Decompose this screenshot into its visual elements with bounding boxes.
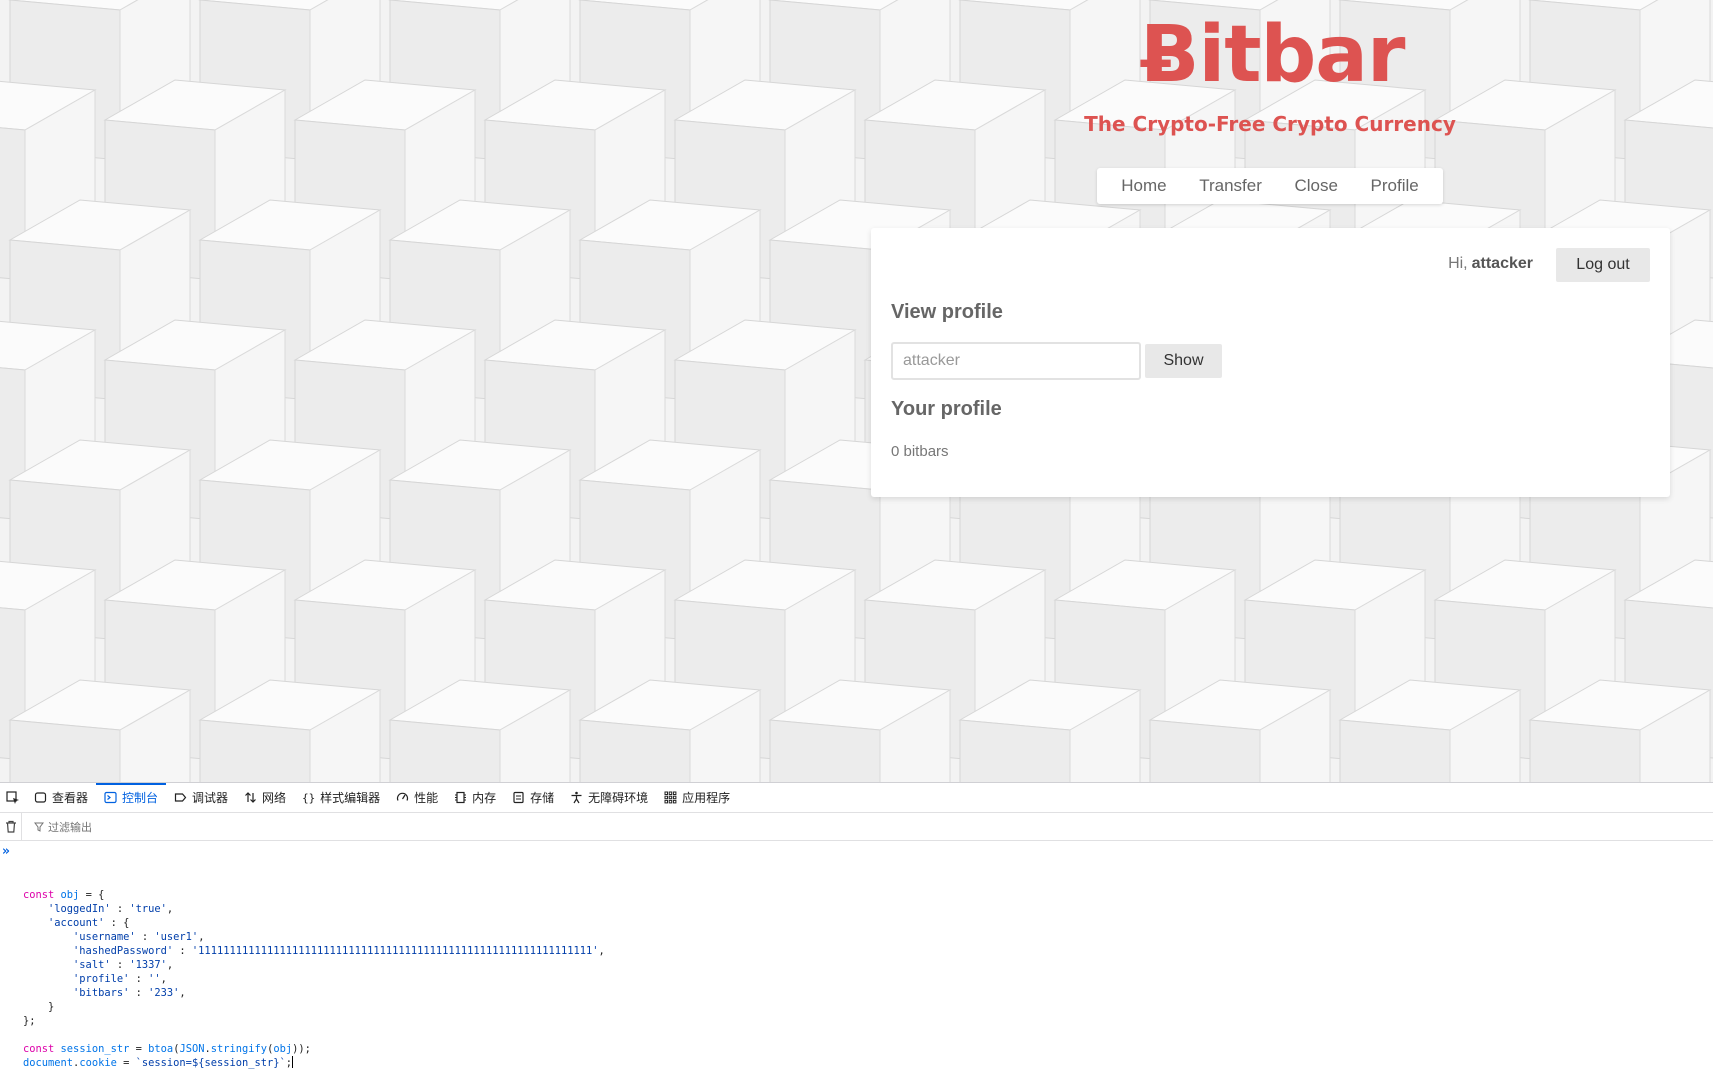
console-line: 'bitbars' : '233', bbox=[73, 987, 186, 999]
view-profile-heading: View profile bbox=[891, 301, 1003, 323]
profile-card: Hi,attacker Log out View profile Show Yo… bbox=[871, 228, 1670, 497]
filter-placeholder: 过滤输出 bbox=[48, 820, 92, 834]
performance-icon bbox=[396, 792, 409, 801]
background-block bbox=[1149, 719, 1261, 782]
current-username: attacker bbox=[1471, 255, 1533, 272]
devtools-tab-debugger[interactable]: 调试器 bbox=[166, 783, 236, 813]
devtools-tab-storage[interactable]: 存储 bbox=[504, 783, 562, 813]
devtools-tab-label: 查看器 bbox=[52, 791, 89, 805]
console-icon bbox=[104, 791, 117, 804]
console-line: 'loggedIn' : 'true', bbox=[48, 903, 174, 915]
devtools-tab-label: 网络 bbox=[262, 791, 287, 805]
element-picker-icon[interactable] bbox=[0, 783, 26, 813]
debugger-icon bbox=[174, 793, 187, 802]
console-line: 'account' : { bbox=[48, 917, 130, 929]
background-block bbox=[9, 719, 121, 782]
logout-button[interactable]: Log out bbox=[1556, 248, 1650, 282]
main-nav: Home Transfer Close Profile bbox=[1097, 168, 1443, 204]
background-block bbox=[959, 719, 1071, 782]
show-button[interactable]: Show bbox=[1145, 344, 1222, 378]
console-line: const obj = { bbox=[23, 889, 105, 901]
application-icon bbox=[664, 791, 677, 804]
devtools-tab-inspector[interactable]: 查看器 bbox=[26, 783, 96, 813]
console-line: } bbox=[23, 1001, 55, 1013]
console-line: document.cookie = `session=${session_str… bbox=[23, 1056, 294, 1069]
console-input[interactable]: » const obj = { 'loggedIn' : 'true', 'ac… bbox=[0, 841, 1713, 1083]
background-block bbox=[769, 719, 881, 782]
console-line: 'username' : 'user1', bbox=[73, 931, 205, 943]
filter-icon bbox=[34, 822, 44, 832]
svg-text:{}: {} bbox=[302, 792, 315, 805]
devtools-toolbar: 查看器 控制台 调试器 网络 {} 样式编辑器 性能 内存 存储 无障碍环境 应用程序 bbox=[0, 782, 1713, 813]
background-block bbox=[199, 719, 311, 782]
greeting: Hi, attacker bbox=[1448, 255, 1533, 273]
devtools-tab-label: 控制台 bbox=[122, 791, 159, 805]
devtools-tab-label: 样式编辑器 bbox=[320, 791, 381, 805]
devtools-tab-style-editor[interactable]: {} 样式编辑器 bbox=[294, 783, 388, 813]
console-line: const session_str = btoa(JSON.stringify(… bbox=[23, 1043, 311, 1055]
your-profile-heading: Your profile bbox=[891, 398, 1002, 420]
tagline: The Crypto-Free Crypto Currency bbox=[1084, 112, 1456, 136]
devtools-tab-network[interactable]: 网络 bbox=[236, 783, 294, 813]
devtools-tab-memory[interactable]: 内存 bbox=[446, 783, 504, 813]
console-line: 'hashedPassword' : '11111111111111111111… bbox=[73, 945, 605, 957]
console-prompt-icon: » bbox=[2, 844, 10, 859]
console-line: 'salt' : '1337', bbox=[73, 959, 174, 971]
brand-logo: Ƀitbar bbox=[1140, 10, 1405, 100]
nav-transfer[interactable]: Transfer bbox=[1199, 176, 1262, 196]
devtools-tab-label: 应用程序 bbox=[682, 791, 731, 805]
devtools-tab-label: 存储 bbox=[530, 791, 555, 805]
style-editor-icon: {} bbox=[302, 792, 315, 805]
inspector-icon bbox=[34, 792, 47, 803]
storage-icon bbox=[513, 791, 524, 804]
page-viewport: Ƀitbar The Crypto-Free Crypto Currency H… bbox=[0, 0, 1713, 782]
nav-profile[interactable]: Profile bbox=[1371, 176, 1419, 196]
nav-home[interactable]: Home bbox=[1121, 176, 1166, 196]
console-code[interactable]: const obj = { 'loggedIn' : 'true', 'acco… bbox=[23, 888, 1713, 1070]
console-line: }; bbox=[23, 1015, 36, 1027]
memory-icon bbox=[455, 791, 467, 804]
greeting-prefix: Hi, bbox=[1448, 255, 1468, 272]
background-block bbox=[389, 719, 501, 782]
console-line: 'profile' : '', bbox=[73, 973, 167, 985]
devtools-tab-accessibility[interactable]: 无障碍环境 bbox=[562, 783, 656, 813]
clear-console-icon[interactable] bbox=[0, 812, 22, 841]
background-block bbox=[579, 719, 691, 782]
devtools-tab-label: 调试器 bbox=[192, 791, 229, 805]
console-filter-bar: 过滤输出 bbox=[0, 812, 1713, 841]
nav-close[interactable]: Close bbox=[1294, 176, 1337, 196]
background-block bbox=[1339, 719, 1451, 782]
devtools-tab-console[interactable]: 控制台 bbox=[96, 782, 167, 813]
devtools-tab-application[interactable]: 应用程序 bbox=[656, 783, 738, 813]
devtools-panel: 查看器 控制台 调试器 网络 {} 样式编辑器 性能 内存 存储 无障碍环境 应用程序 过滤输出 »… bbox=[0, 782, 1713, 1083]
background-block bbox=[1529, 719, 1641, 782]
network-icon bbox=[245, 792, 256, 803]
accessibility-icon bbox=[571, 791, 582, 804]
profile-username-input[interactable] bbox=[891, 342, 1141, 380]
devtools-tab-label: 无障碍环境 bbox=[588, 791, 649, 805]
devtools-tab-performance[interactable]: 性能 bbox=[388, 783, 446, 813]
devtools-tab-label: 性能 bbox=[414, 791, 439, 805]
bitbars-balance: 0 bitbars bbox=[891, 443, 949, 460]
devtools-tab-label: 内存 bbox=[472, 791, 497, 805]
filter-output-input[interactable]: 过滤输出 bbox=[34, 819, 92, 835]
